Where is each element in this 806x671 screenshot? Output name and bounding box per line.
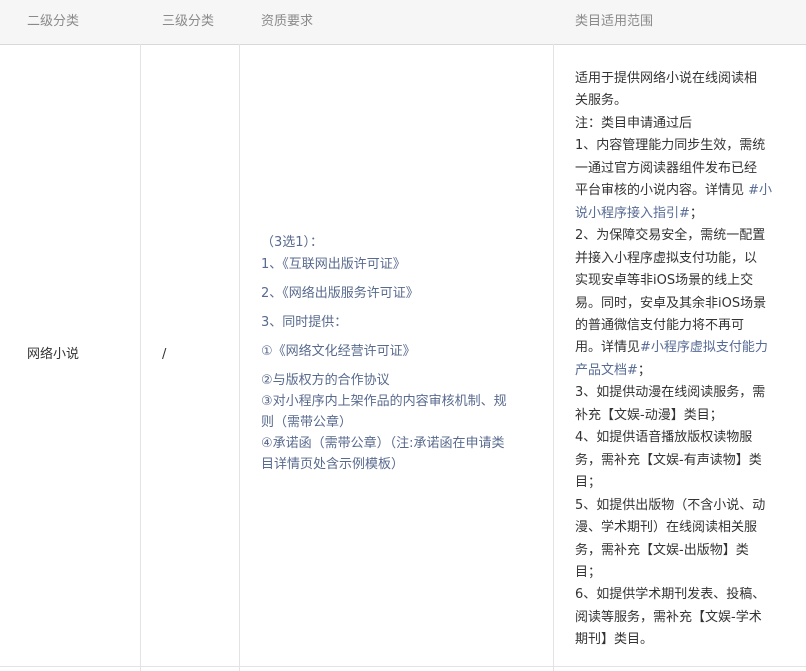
column-divider: [140, 44, 141, 671]
scope-line: 5、如提供出版物（不含小说、动: [575, 497, 766, 513]
scope-line: 关服务。: [575, 93, 628, 109]
qualification-item: ③对小程序内上架作品的内容审核机制、规: [261, 394, 507, 409]
scope-line: 用。详情见#小程序虚拟支付能力: [575, 337, 787, 359]
qualification-item: 3、同时提供：: [261, 315, 348, 330]
scope-text-segment: 平台审核的小说内容。详情见: [575, 183, 745, 199]
scope-line: 适用于提供网络小说在线阅读相: [575, 71, 758, 86]
mini-novel-guide-link[interactable]: 说小程序接入指引#: [575, 206, 690, 221]
scope-line: 2、为保障交易安全，需统一配置: [575, 228, 766, 244]
scope-line: 易。同时，安卓及其余非iOS场景: [575, 295, 767, 311]
scope-line: 3、如提供动漫在线阅读服务，需: [575, 385, 766, 401]
row-divider: [0, 666, 806, 667]
category2-cell: 网络小说: [27, 347, 80, 362]
scope-line: 目；: [575, 475, 602, 491]
scope-line: 1、内容管理能力同步生效，需统: [575, 138, 766, 154]
qualification-item: ④承诺函（需带公章）（注:承诺函在申请类: [261, 436, 505, 451]
qualification-intro: （3选1）：: [261, 235, 324, 250]
header-secondary-category: 二级分类: [27, 14, 80, 29]
qualification-item: ②与版权方的合作协议: [261, 373, 390, 388]
scope-line: 务，需补充【文娱-出版物】类: [575, 542, 749, 558]
scope-line: 务，需补充【文娱-有声读物】类: [575, 452, 762, 468]
scope-line: 并接入小程序虚拟支付功能，以: [575, 250, 758, 266]
scope-text-segment: ；: [689, 205, 703, 221]
mini-novel-guide-link[interactable]: #小: [748, 183, 772, 198]
scope-line: 实现安卓等非iOS场景的线上交: [575, 273, 754, 289]
scope-text-segment: 用。详情见: [575, 340, 641, 356]
scope-line: 漫、学术期刊）在线阅读相关服: [575, 520, 758, 536]
scope-line: 一通过官方阅读器组件发布已经: [575, 160, 758, 176]
header-qualification: 资质要求: [261, 14, 314, 29]
scope-line: 4、如提供语音播放版权读物服: [575, 430, 753, 446]
scope-line: 平台审核的小说内容。详情见 #小: [575, 180, 787, 202]
scope-line: 产品文档#；: [575, 360, 787, 382]
category3-cell: /: [162, 347, 167, 362]
scope-line: 6、如提供学术期刊发表、投稿、: [575, 587, 766, 603]
scope-line: 补充【文娱-动漫】类目；: [575, 407, 723, 423]
scope-line: 阅读等服务，需补充【文娱-学术: [575, 609, 762, 625]
qualification-table: 二级分类 三级分类 资质要求 类目适用范围 网络小说 / （3选1）： 1、《互…: [0, 0, 806, 671]
qualification-item: 目详情页处含示例模板）: [261, 457, 405, 472]
scope-text: 适用于提供网络小说在线阅读相 关服务。 注：类目申请通过后 1、内容管理能力同步…: [575, 68, 787, 652]
scope-line: 目；: [575, 564, 602, 580]
scope-line: 注：类目申请通过后: [575, 115, 693, 131]
qualification-list: （3选1）： 1、《互联网出版许可证》 2、《网络出版服务许可证》 3、同时提供…: [261, 232, 541, 475]
virtual-payment-doc-link[interactable]: 产品文档#: [575, 363, 638, 378]
table-header: 二级分类 三级分类 资质要求 类目适用范围: [0, 0, 806, 45]
scope-text-segment: ；: [637, 362, 651, 378]
qualification-item: 1、《互联网出版许可证》: [261, 257, 406, 272]
qualification-item: 2、《网络出版服务许可证》: [261, 286, 419, 301]
column-divider: [239, 44, 240, 671]
qualification-item: ①《网络文化经营许可证》: [261, 344, 416, 359]
virtual-payment-doc-link[interactable]: #小程序虚拟支付能力: [640, 340, 768, 355]
column-divider: [553, 44, 554, 671]
scope-line: 期刊】类目。: [575, 632, 654, 648]
qualification-item: 则（需带公章）: [261, 415, 353, 430]
header-scope: 类目适用范围: [575, 14, 654, 29]
scope-line: 说小程序接入指引#；: [575, 203, 787, 225]
header-tertiary-category: 三级分类: [162, 14, 215, 29]
scope-line: 的普通微信支付能力将不再可: [575, 317, 745, 333]
